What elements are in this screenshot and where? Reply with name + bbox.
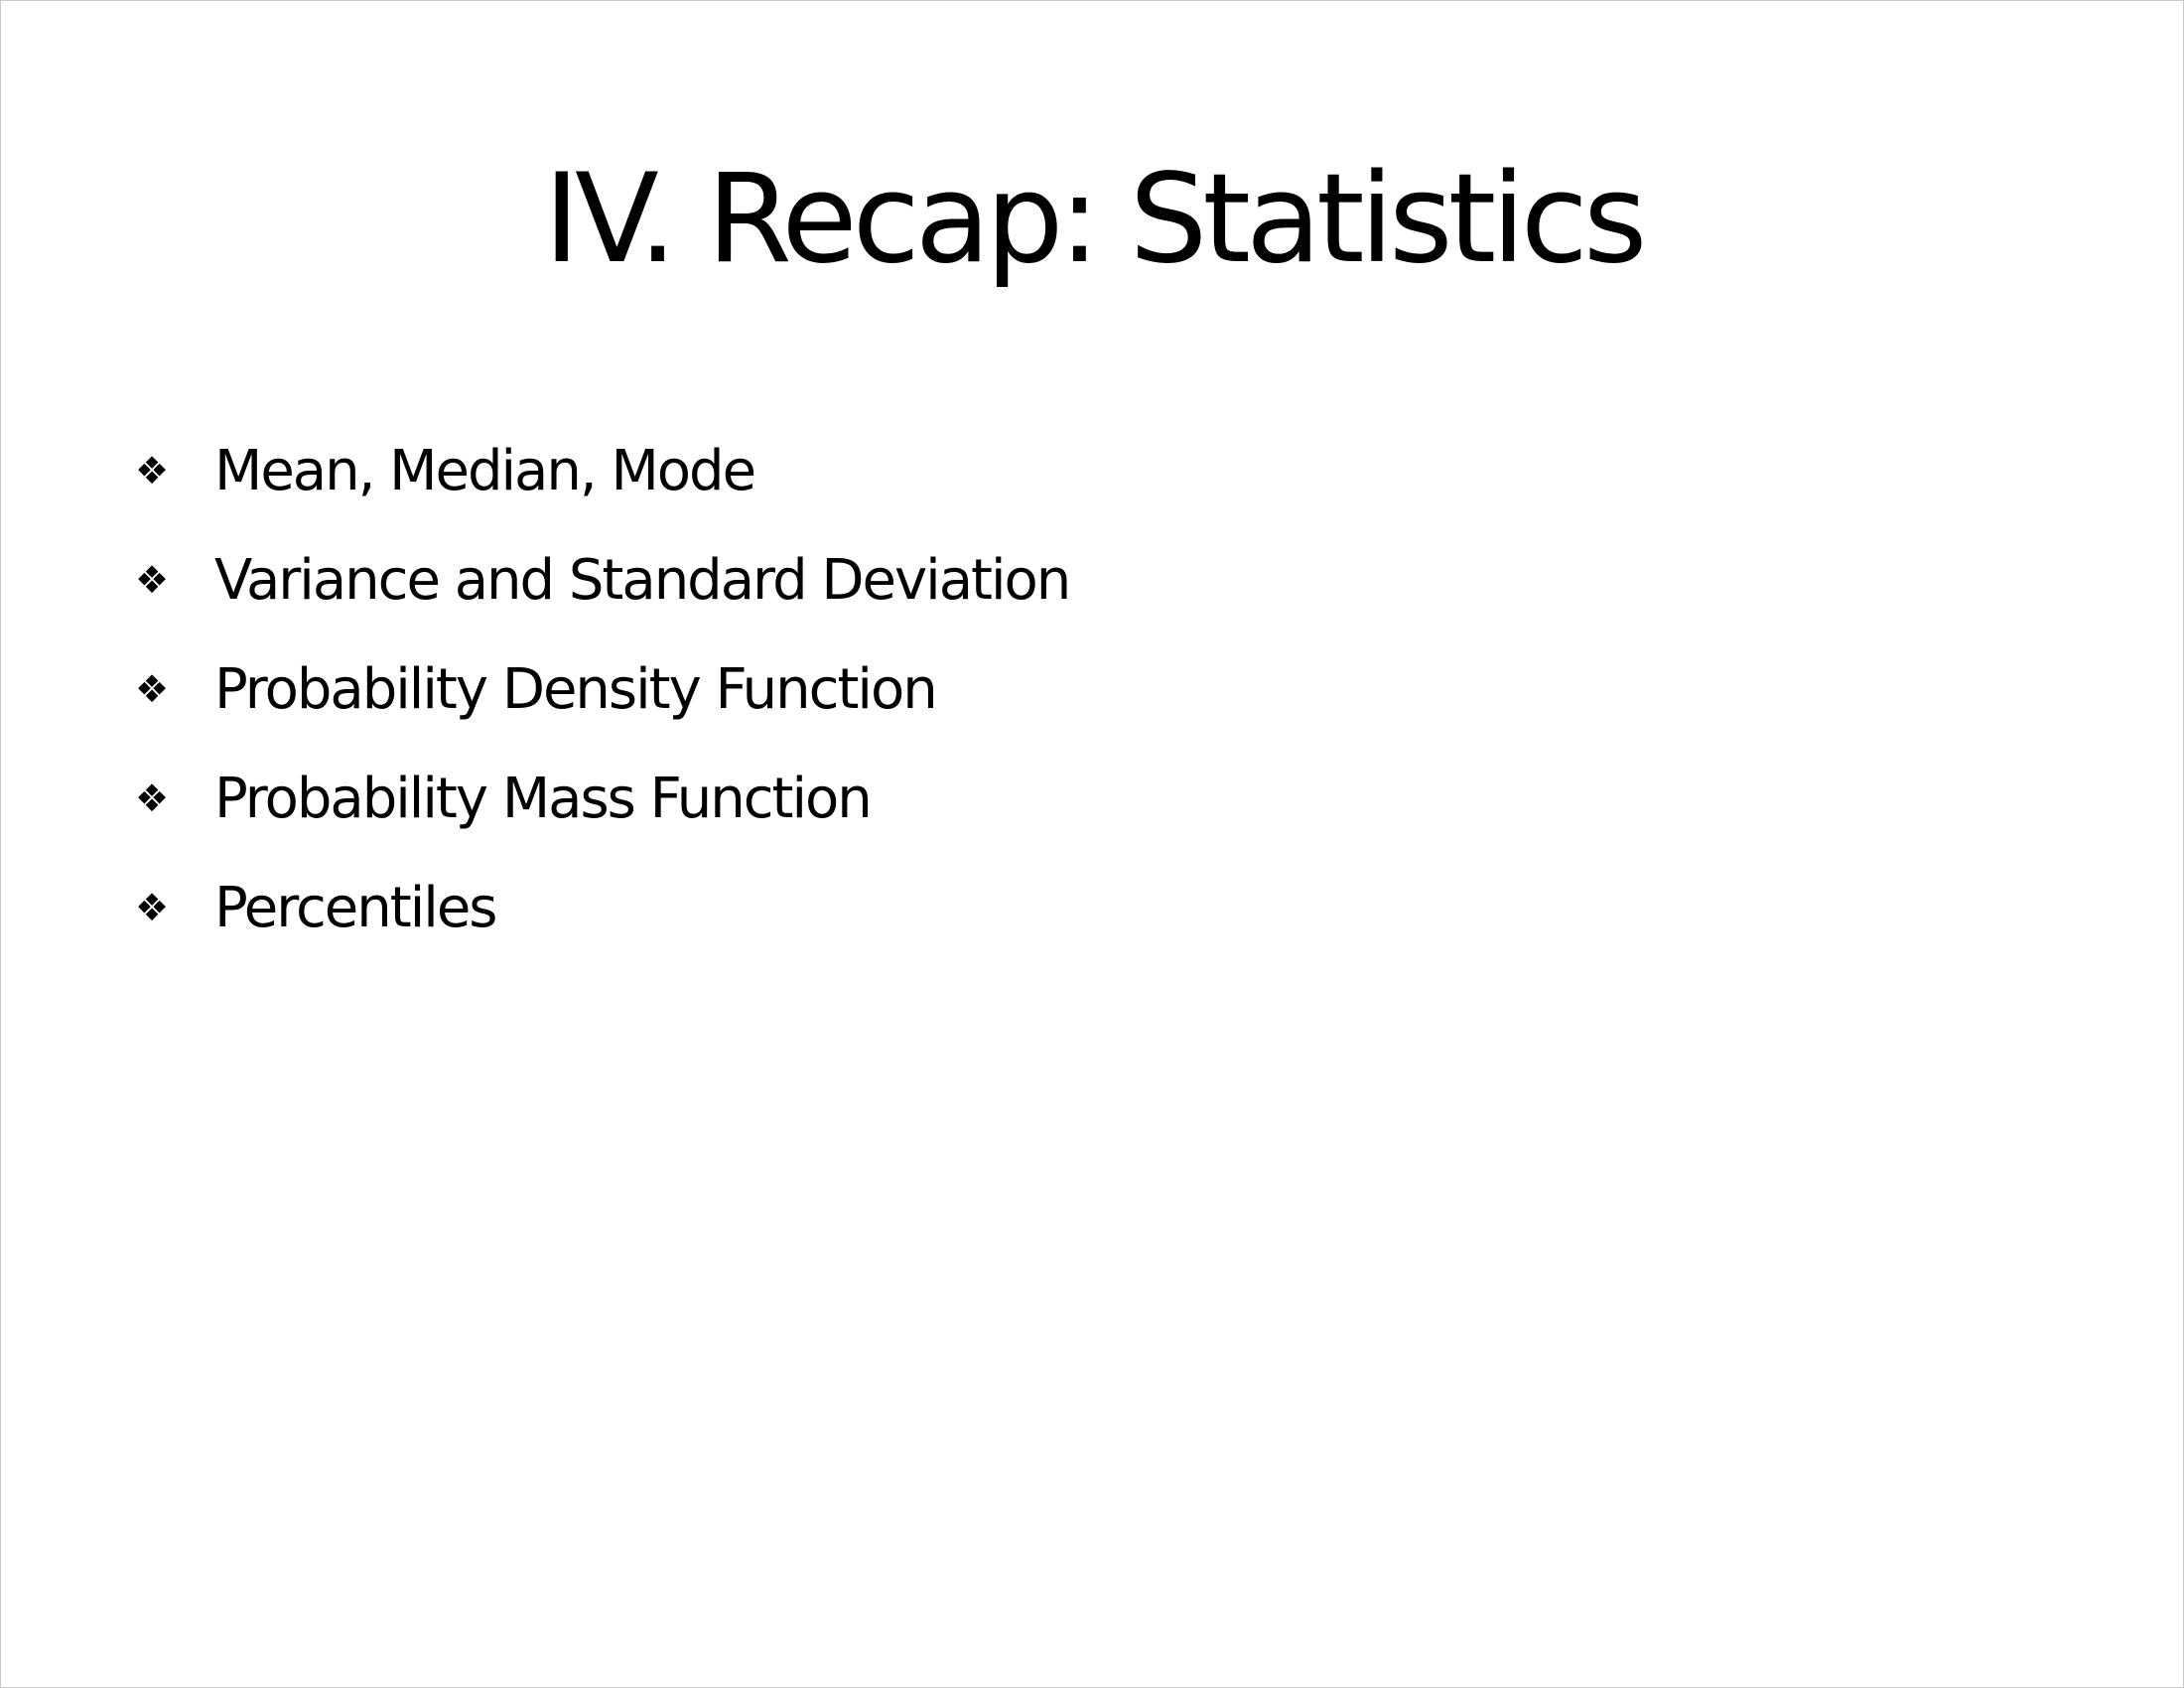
bullet-text: Mean, Median, Mode bbox=[214, 438, 756, 503]
bullet-item: ❖ Mean, Median, Mode bbox=[135, 416, 1069, 525]
slide: IV. Recap: Statistics ❖ Mean, Median, Mo… bbox=[0, 0, 2184, 1688]
four-diamond-bullet-icon: ❖ bbox=[135, 886, 170, 929]
four-diamond-bullet-icon: ❖ bbox=[135, 558, 170, 602]
four-diamond-bullet-icon: ❖ bbox=[135, 667, 170, 711]
bullet-text: Variance and Standard Deviation bbox=[214, 547, 1071, 613]
bullet-item: ❖ Percentiles bbox=[135, 853, 1069, 962]
four-diamond-bullet-icon: ❖ bbox=[135, 776, 170, 820]
bullet-item: ❖ Probability Mass Function bbox=[135, 744, 1069, 853]
bullet-list: ❖ Mean, Median, Mode ❖ Variance and Stan… bbox=[135, 416, 1071, 962]
slide-title: IV. Recap: Statistics bbox=[543, 148, 1647, 291]
bullet-item: ❖ Probability Density Function bbox=[135, 634, 1069, 744]
four-diamond-bullet-icon: ❖ bbox=[135, 449, 170, 492]
bullet-text: Probability Mass Function bbox=[214, 766, 873, 831]
bullet-text: Probability Density Function bbox=[214, 656, 938, 722]
bullet-item: ❖ Variance and Standard Deviation bbox=[135, 525, 1071, 634]
bullet-text: Percentiles bbox=[214, 875, 497, 940]
